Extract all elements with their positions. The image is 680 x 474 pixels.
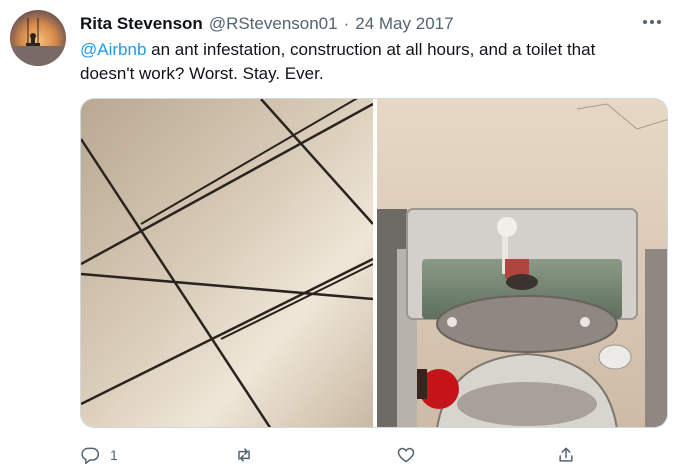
tweet-media — [80, 98, 668, 428]
tweet-actions: 1 — [80, 440, 660, 470]
meta-separator: · — [343, 14, 350, 33]
reply-count: 1 — [110, 447, 118, 463]
tweet-header: Rita Stevenson @RStevenson01 · 24 May 20… — [80, 12, 660, 36]
toilet-photo[interactable] — [377, 99, 668, 428]
reply-button[interactable]: 1 — [80, 440, 118, 470]
more-dots-icon — [643, 20, 661, 24]
more-options-button[interactable] — [638, 10, 666, 34]
like-button[interactable] — [396, 440, 426, 470]
tweet-date[interactable]: 24 May 2017 — [355, 14, 453, 34]
heart-icon — [397, 447, 415, 463]
retweet-icon — [238, 448, 250, 462]
retweet-button[interactable] — [234, 440, 264, 470]
reply-icon — [81, 447, 100, 465]
tweet-text-line2: doesn't work? Worst. Stay. Ever. — [80, 64, 324, 83]
share-button[interactable] — [556, 440, 576, 470]
tweet-text-line1: an ant infestation, construction at all … — [146, 40, 596, 59]
mention-link[interactable]: @Airbnb — [80, 40, 146, 59]
author-name[interactable]: Rita Stevenson — [80, 14, 203, 34]
avatar[interactable] — [10, 10, 66, 66]
tweet-text: @Airbnb an ant infestation, construction… — [80, 38, 660, 86]
avatar-image — [10, 10, 66, 66]
share-icon — [559, 447, 573, 462]
author-handle[interactable]: @RStevenson01 — [209, 14, 338, 34]
floor-tiles-photo[interactable] — [81, 99, 373, 428]
